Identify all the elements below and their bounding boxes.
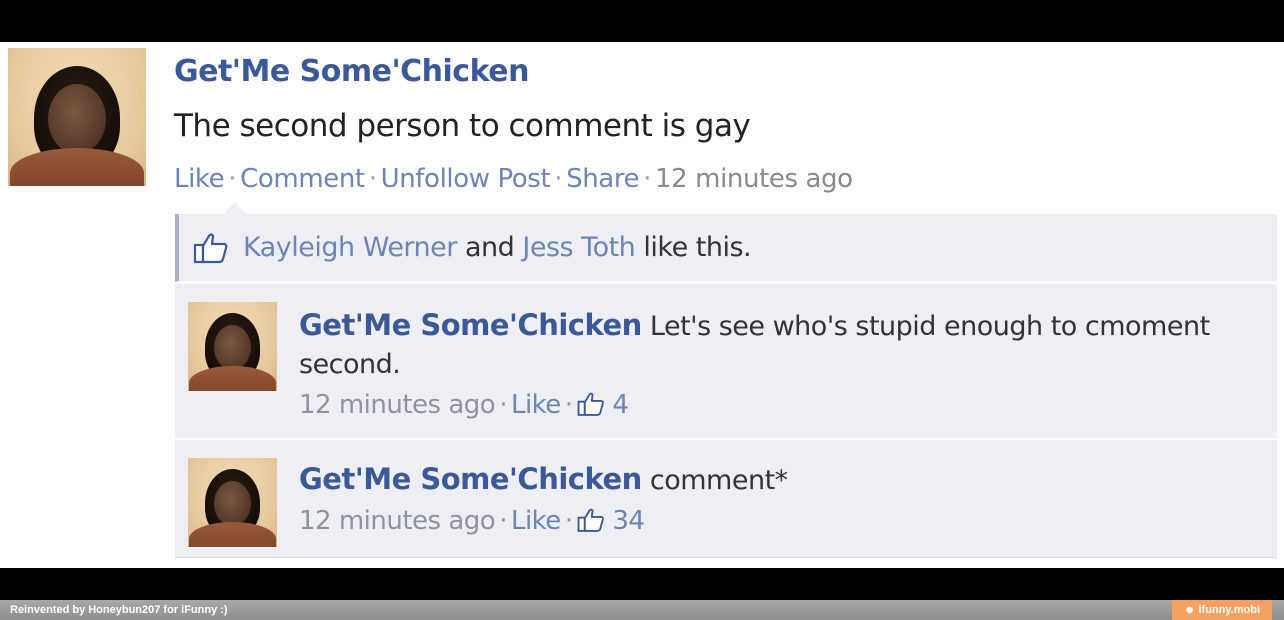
post-author-avatar[interactable]: [8, 48, 146, 186]
separator-dot: ·: [499, 390, 507, 420]
comment-like-link[interactable]: Like: [511, 390, 561, 420]
likes-suffix: like this.: [643, 232, 752, 263]
separator-dot: ·: [499, 506, 507, 536]
comment-author-avatar[interactable]: [188, 458, 277, 547]
separator-dot: ·: [554, 164, 563, 194]
likes-text: Kayleigh Werner and Jess Toth like this.: [243, 232, 752, 263]
comment-meta: 12 minutes ago · Like · 4: [299, 390, 629, 424]
post-timestamp[interactable]: 12 minutes ago: [655, 164, 853, 194]
facebook-post: Get'Me Some'Chicken The second person to…: [0, 42, 1284, 568]
share-link[interactable]: Share: [566, 164, 639, 194]
separator-dot: ·: [643, 164, 652, 194]
post-actions-bar: Like · Comment · Unfollow Post · Share · 12 minu…: [174, 164, 853, 194]
comment-body: Get'Me Some'Chicken comment*: [299, 460, 1259, 500]
comment-link[interactable]: Comment: [240, 164, 365, 194]
post-text: The second person to comment is gay: [174, 108, 751, 144]
thumbs-up-icon: [577, 507, 605, 540]
comment-item: Get'Me Some'Chicken Let's see who's stup…: [175, 282, 1277, 438]
likes-joiner: and: [464, 232, 515, 263]
comment-like-count[interactable]: 4: [612, 390, 629, 420]
comment-timestamp[interactable]: 12 minutes ago: [299, 506, 496, 536]
top-black-bar: [0, 0, 1284, 42]
like-link[interactable]: Like: [174, 164, 225, 194]
comment-like-count[interactable]: 34: [612, 506, 645, 536]
watermark-footer: Reinvented by Honeybun207 for iFunny :) …: [0, 600, 1284, 620]
comment-body: Get'Me Some'Chicken Let's see who's stup…: [299, 306, 1259, 384]
ifunny-brand-badge[interactable]: ☻ ifunny.mobi: [1171, 600, 1272, 620]
footer-credit: Reinvented by Honeybun207 for iFunny :): [10, 604, 228, 616]
liker-name-1[interactable]: Kayleigh Werner: [243, 232, 457, 263]
comment-timestamp[interactable]: 12 minutes ago: [299, 390, 496, 420]
separator-dot: ·: [564, 506, 573, 536]
comment-author-name[interactable]: Get'Me Some'Chicken: [299, 462, 642, 496]
liker-name-2[interactable]: Jess Toth: [522, 232, 635, 263]
separator-dot: ·: [368, 164, 377, 194]
unfollow-post-link[interactable]: Unfollow Post: [381, 164, 551, 194]
comment-text: comment*: [649, 465, 788, 496]
thumbs-up-icon: [577, 391, 605, 424]
comment-meta: 12 minutes ago · Like · 34: [299, 506, 645, 540]
post-author-name[interactable]: Get'Me Some'Chicken: [174, 54, 529, 89]
thumbs-up-icon: [193, 232, 229, 268]
bottom-black-bar: [0, 568, 1284, 600]
comment-author-avatar[interactable]: [188, 302, 277, 391]
separator-dot: ·: [228, 164, 237, 194]
separator-dot: ·: [564, 390, 573, 420]
comment-author-name[interactable]: Get'Me Some'Chicken: [299, 308, 642, 342]
comment-item: Get'Me Some'Chicken comment* 12 minutes …: [175, 438, 1277, 558]
comment-like-link[interactable]: Like: [511, 506, 561, 536]
comments-caret: [224, 202, 246, 214]
likes-summary: Kayleigh Werner and Jess Toth like this.: [175, 214, 1277, 282]
